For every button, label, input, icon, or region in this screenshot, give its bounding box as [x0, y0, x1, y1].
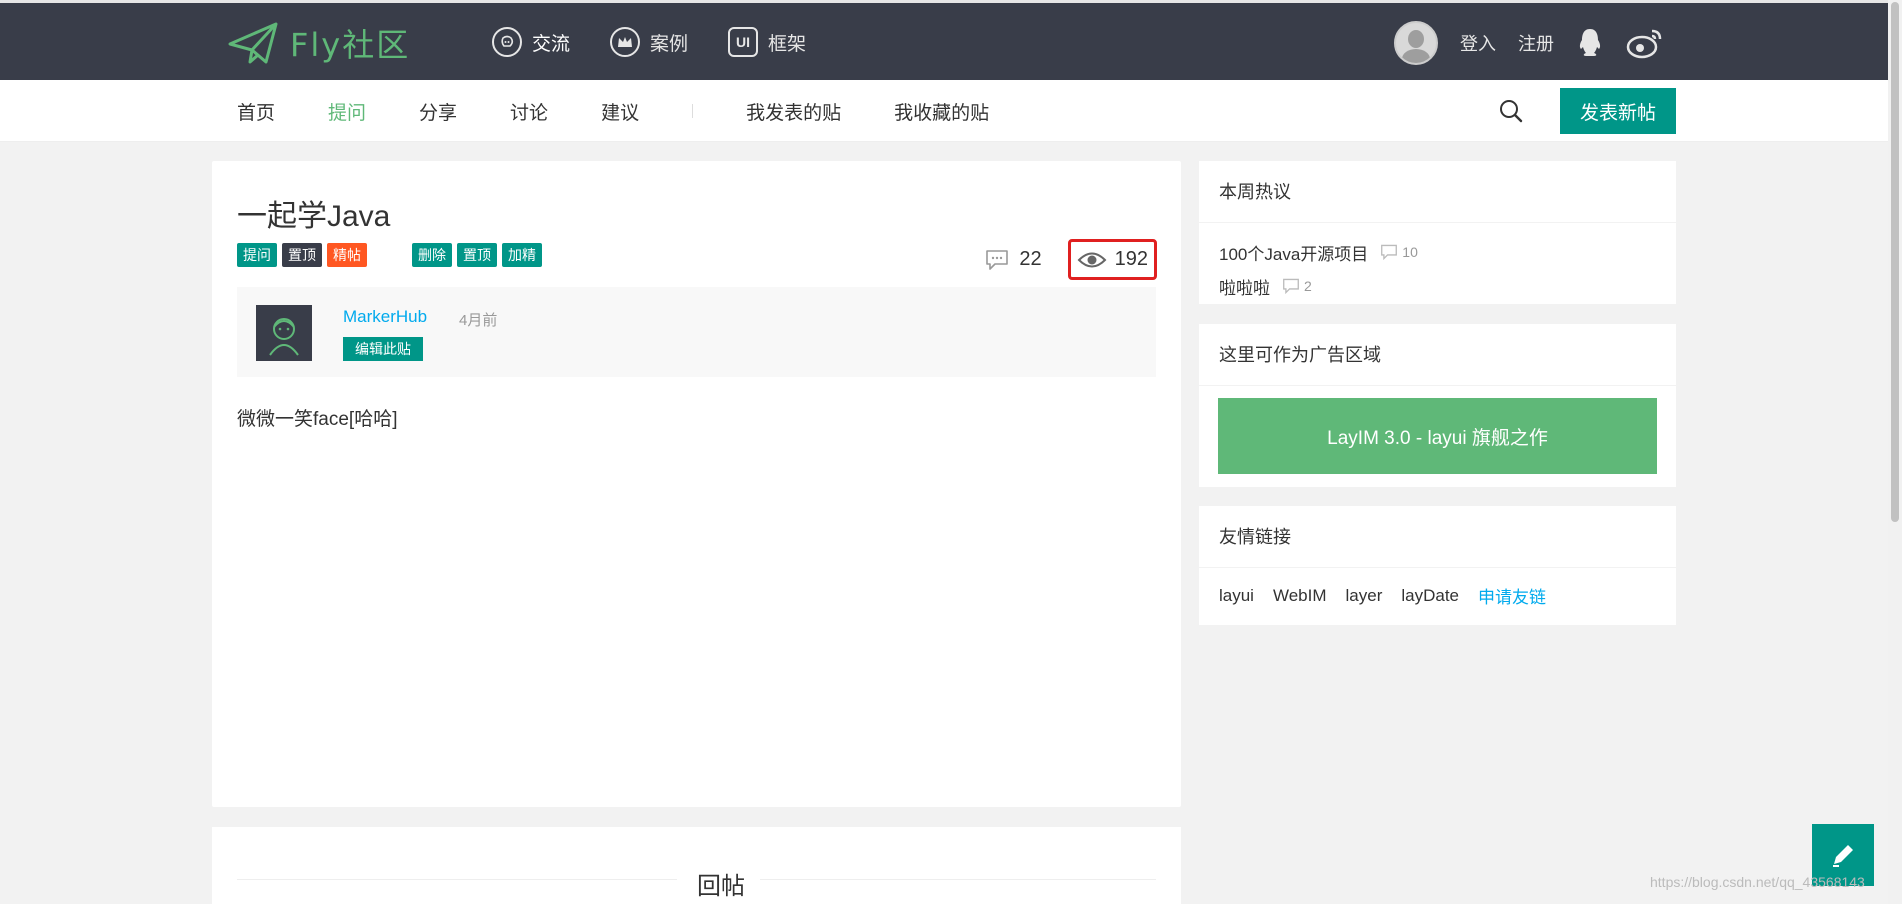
tab-question[interactable]: 提问 — [328, 98, 366, 125]
weibo-icon[interactable] — [1626, 27, 1664, 59]
friend-link[interactable]: layui — [1219, 586, 1254, 606]
tab-my-favorites[interactable]: 我收藏的贴 — [894, 98, 989, 125]
user-avatar[interactable] — [1394, 21, 1438, 65]
pencil-icon — [1833, 845, 1853, 867]
tag-featured-badge: 精帖 — [327, 243, 367, 267]
comment-icon — [986, 249, 1009, 270]
comment-icon — [1381, 244, 1398, 260]
topnav-label: 框架 — [768, 33, 807, 55]
hot-item-count: 2 — [1282, 278, 1312, 294]
hot-item-title: 啦啦啦 — [1219, 278, 1270, 298]
comment-count-value: 22 — [1019, 248, 1042, 270]
hot-item-count-value: 10 — [1402, 244, 1418, 260]
post-detail-card: 一起学Java 提问 置顶 精帖 删除 置顶 加精 22 192 MarkerH… — [212, 161, 1181, 807]
hot-list-item[interactable]: 啦啦啦 2 — [1219, 269, 1656, 303]
author-name-link[interactable]: MarkerHub — [343, 307, 427, 327]
topnav-item-framework[interactable]: UI 框架 — [728, 27, 806, 57]
reply-title: 回帖 — [697, 873, 745, 900]
delete-button[interactable]: 删除 — [412, 243, 452, 267]
hot-list: 100个Java开源项目 10 啦啦啦 2 — [1199, 223, 1676, 303]
tab-my-posts[interactable]: 我发表的贴 — [746, 98, 841, 125]
friend-link[interactable]: WebIM — [1273, 586, 1327, 606]
top-nav: 交流 案例 UI 框架 — [492, 27, 806, 57]
friend-link[interactable]: layer — [1346, 586, 1383, 606]
ui-icon: UI — [728, 27, 759, 57]
friend-links-panel: 友情链接 layui WebIM layer layDate 申请友链 — [1199, 506, 1676, 625]
panel-title: 本周热议 — [1199, 161, 1676, 223]
view-count-value: 192 — [1114, 248, 1148, 270]
tab-home[interactable]: 首页 — [237, 98, 275, 125]
author-avatar[interactable] — [256, 305, 312, 361]
view-count-highlight: 192 — [1067, 239, 1157, 280]
paper-plane-icon — [228, 22, 278, 64]
admin-actions: 删除 置顶 加精 — [412, 243, 542, 267]
watermark: https://blog.csdn.net/qq_43568143 — [1650, 874, 1865, 890]
topnav-item-exchange[interactable]: 交流 — [492, 27, 570, 57]
account-area: 登入 注册 — [1394, 21, 1664, 65]
post-title: 一起学Java — [237, 200, 391, 233]
tab-discuss[interactable]: 讨论 — [510, 98, 548, 125]
scrollbar[interactable] — [1888, 0, 1902, 904]
tab-share[interactable]: 分享 — [419, 98, 457, 125]
top-header: Fly社区 交流 案例 UI 框架 登入 注册 — [0, 0, 1902, 80]
tag-top-badge: 置顶 — [282, 243, 322, 267]
category-tabs: 首页 提问 分享 讨论 建议 我发表的贴 我收藏的贴 — [237, 80, 1042, 142]
new-post-button[interactable]: 发表新帖 — [1560, 88, 1676, 134]
search-icon[interactable] — [1498, 98, 1524, 124]
topnav-item-cases[interactable]: 案例 — [610, 27, 688, 57]
weekly-hot-panel: 本周热议 100个Java开源项目 10 啦啦啦 2 — [1199, 161, 1676, 304]
topnav-label: 案例 — [650, 33, 689, 55]
post-stats: 22 192 — [985, 239, 1157, 280]
apply-link[interactable]: 申请友链 — [1478, 583, 1546, 608]
hot-list-item[interactable]: 100个Java开源项目 10 — [1219, 235, 1656, 269]
eye-icon — [1077, 252, 1107, 267]
post-content: 微微一笑face[哈哈] — [237, 409, 398, 430]
comment-icon — [1283, 278, 1299, 294]
logo[interactable]: Fly社区 — [228, 20, 410, 66]
friend-link[interactable]: layDate — [1401, 586, 1459, 606]
topnav-label: 交流 — [532, 33, 571, 55]
tab-suggest[interactable]: 建议 — [601, 98, 639, 125]
reply-section: 回帖 — [212, 827, 1181, 904]
comment-count: 22 — [985, 248, 1042, 271]
author-info: MarkerHub 4月前 编辑此贴 — [237, 287, 1156, 377]
post-tags: 提问 置顶 精帖 — [237, 243, 367, 267]
chat-icon — [492, 27, 522, 57]
qq-icon[interactable] — [1576, 27, 1604, 59]
scrollbar-thumb[interactable] — [1891, 2, 1899, 522]
login-link[interactable]: 登入 — [1460, 30, 1496, 56]
person-avatar-icon — [269, 318, 299, 356]
crown-icon — [610, 27, 641, 57]
ad-banner[interactable]: LayIM 3.0 - layui 旗舰之作 — [1218, 398, 1657, 474]
divider — [692, 104, 694, 118]
feature-button[interactable]: 加精 — [502, 243, 542, 267]
hot-item-count-value: 2 — [1304, 278, 1312, 294]
logo-text: Fly社区 — [290, 26, 411, 64]
post-time: 4月前 — [459, 312, 498, 329]
edit-post-button[interactable]: 编辑此贴 — [343, 337, 423, 361]
hot-item-title: 100个Java开源项目 — [1219, 244, 1369, 264]
register-link[interactable]: 注册 — [1518, 30, 1554, 56]
tag-question-badge: 提问 — [237, 243, 277, 267]
panel-title: 友情链接 — [1199, 506, 1676, 568]
link-list: layui WebIM layer layDate 申请友链 — [1199, 568, 1676, 623]
divider — [760, 879, 1156, 880]
ad-panel: 这里可作为广告区域 LayIM 3.0 - layui 旗舰之作 — [1199, 324, 1676, 487]
pin-button[interactable]: 置顶 — [457, 243, 497, 267]
hot-item-count: 10 — [1380, 244, 1418, 260]
divider — [237, 879, 677, 880]
panel-title: 这里可作为广告区域 — [1199, 324, 1676, 386]
